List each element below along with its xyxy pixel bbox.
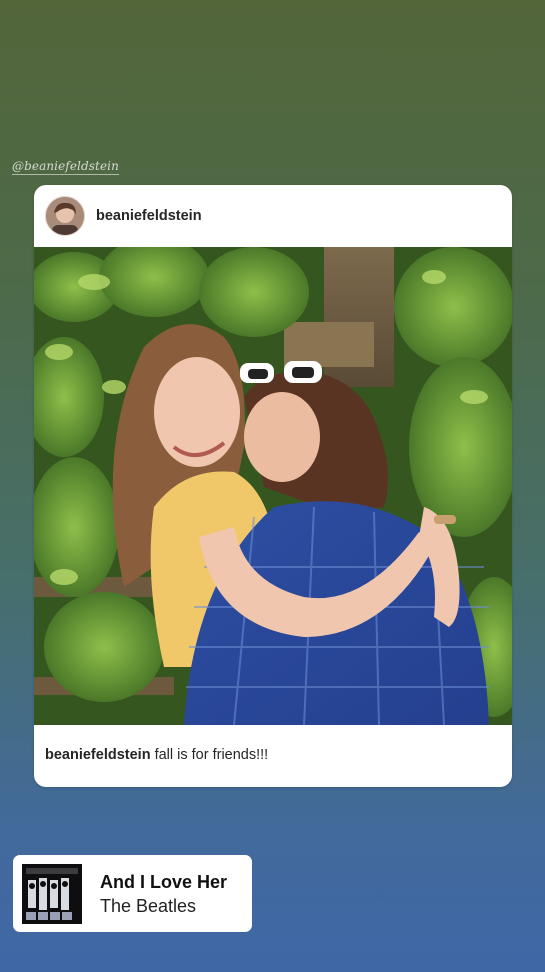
shared-post-card[interactable]: beaniefeldstein beaniefeldstein fall is … — [34, 185, 512, 787]
music-sticker[interactable]: And I Love Her The Beatles — [13, 855, 252, 932]
post-caption: beaniefeldstein fall is for friends!!! — [45, 747, 500, 763]
story-mention[interactable]: @beaniefeldstein — [12, 159, 119, 175]
track-artist: The Beatles — [100, 895, 197, 916]
post-username[interactable]: beaniefeldstein — [96, 208, 202, 224]
post-photo[interactable] — [34, 247, 512, 725]
post-header: beaniefeldstein — [34, 185, 512, 247]
album-cover-icon — [22, 863, 82, 924]
track-title: And I Love Her — [100, 871, 228, 892]
track-info: And I Love Her The Beatles — [100, 870, 227, 918]
profile-avatar[interactable] — [45, 196, 85, 236]
caption-username[interactable]: beaniefeldstein — [45, 747, 151, 763]
caption-text: fall is for friends!!! — [150, 747, 269, 763]
